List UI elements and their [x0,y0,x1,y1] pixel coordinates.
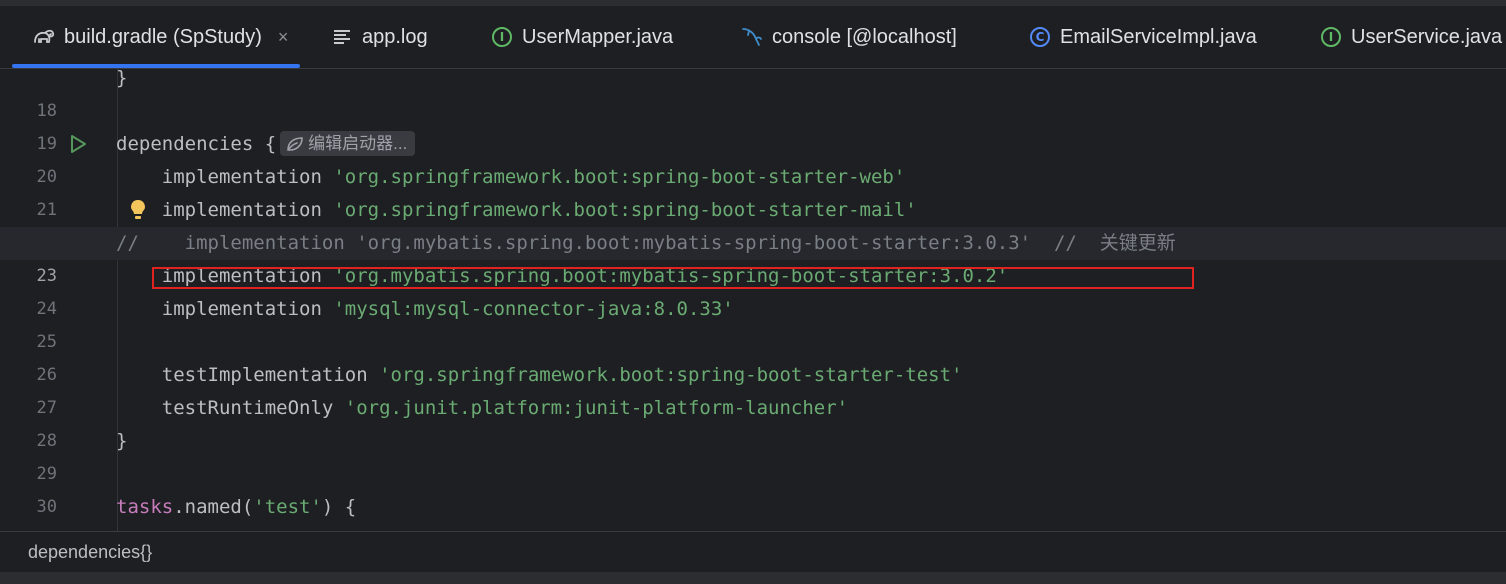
annotation-highlight-box [152,267,1194,289]
code-text: testRuntimeOnly [116,397,345,419]
code-text: .named( [173,496,254,518]
string-literal: 'test' [253,496,322,518]
string-literal: 'org.junit.platform:junit-platform-launc… [344,397,849,419]
code-line: 20 dependencies {编辑启动器... [0,128,1506,187]
string-literal: 'org.springframework.boot:spring-boot-st… [333,199,917,221]
code-line: 31 tasks.named('test') { [0,491,1506,531]
code-line: 18 } [0,69,1506,121]
class-icon: C [1028,25,1052,49]
tab-user-service[interactable]: I UserService.java [1319,6,1502,68]
line-number: 31 [0,524,57,531]
code-text: testImplementation [116,364,380,386]
text-file-icon [330,25,354,49]
code-line: 30 [0,458,1506,517]
code-text: } [116,430,128,452]
code-text: implementation [116,298,334,320]
interface-icon: I [1319,25,1343,49]
tab-user-mapper[interactable]: I UserMapper.java [490,6,673,68]
code-text: implementation [116,166,334,188]
edit-starters-hint[interactable]: 编辑启动器... [280,131,416,156]
window-bottom-strip [0,572,1506,584]
code-line: 22 implementation 'org.springframework.b… [0,194,1506,253]
tab-label: UserService.java [1351,25,1503,48]
comment-text: // implementation 'org.mybatis.spring.bo… [116,232,1176,254]
gradle-elephant-icon [32,25,56,49]
code-text: dependencies { [116,133,277,155]
editor-tab-bar: build.gradle (SpStudy) × app.log I UserM… [0,6,1506,69]
run-gutter-icon[interactable] [68,134,88,154]
close-icon[interactable]: × [278,27,289,48]
tab-console[interactable]: console [@localhost] [740,6,957,68]
tab-app-log[interactable]: app.log [330,6,428,68]
breadcrumb[interactable]: dependencies{} [0,531,1506,573]
mysql-dolphin-icon [740,25,764,49]
string-literal: 'org.springframework.boot:spring-boot-st… [379,364,963,386]
code-line: 29 } [0,425,1506,484]
string-literal: 'org.springframework.boot:spring-boot-st… [333,166,906,188]
tab-label: build.gradle (SpStudy) [64,25,262,48]
spring-leaf-icon [287,137,303,151]
tab-build-gradle[interactable]: build.gradle (SpStudy) × [11,6,301,68]
code-line: 21 implementation 'org.springframework.b… [0,161,1506,220]
string-literal: 'mysql:mysql-connector-java:8.0.33' [333,298,734,320]
tab-label: console [@localhost] [772,25,957,48]
interface-icon: I [490,25,514,49]
tab-email-service-impl[interactable]: C EmailServiceImpl.java [1028,6,1257,68]
code-line: 28 testRuntimeOnly 'org.junit.platform:j… [0,392,1506,451]
code-editor[interactable]: 18 } 19 20 dependencies {编辑启动器... 21 imp… [0,69,1506,531]
code-text: } [116,69,128,89]
code-text: implementation [116,199,334,221]
code-line: 25 implementation 'mysql:mysql-connector… [0,293,1506,352]
code-line: 26 [0,326,1506,385]
breadcrumb-item[interactable]: dependencies{} [28,532,152,573]
tab-label: app.log [362,25,428,48]
tab-label: UserMapper.java [522,25,674,48]
tab-label: EmailServiceImpl.java [1060,25,1257,48]
code-text: ) { [321,496,357,518]
code-line-current: 23 // implementation 'org.mybatis.spring… [0,227,1506,286]
code-line: 19 [0,95,1506,154]
code-line: 27 testImplementation 'org.springframewo… [0,359,1506,418]
code-text: tasks [116,496,174,518]
